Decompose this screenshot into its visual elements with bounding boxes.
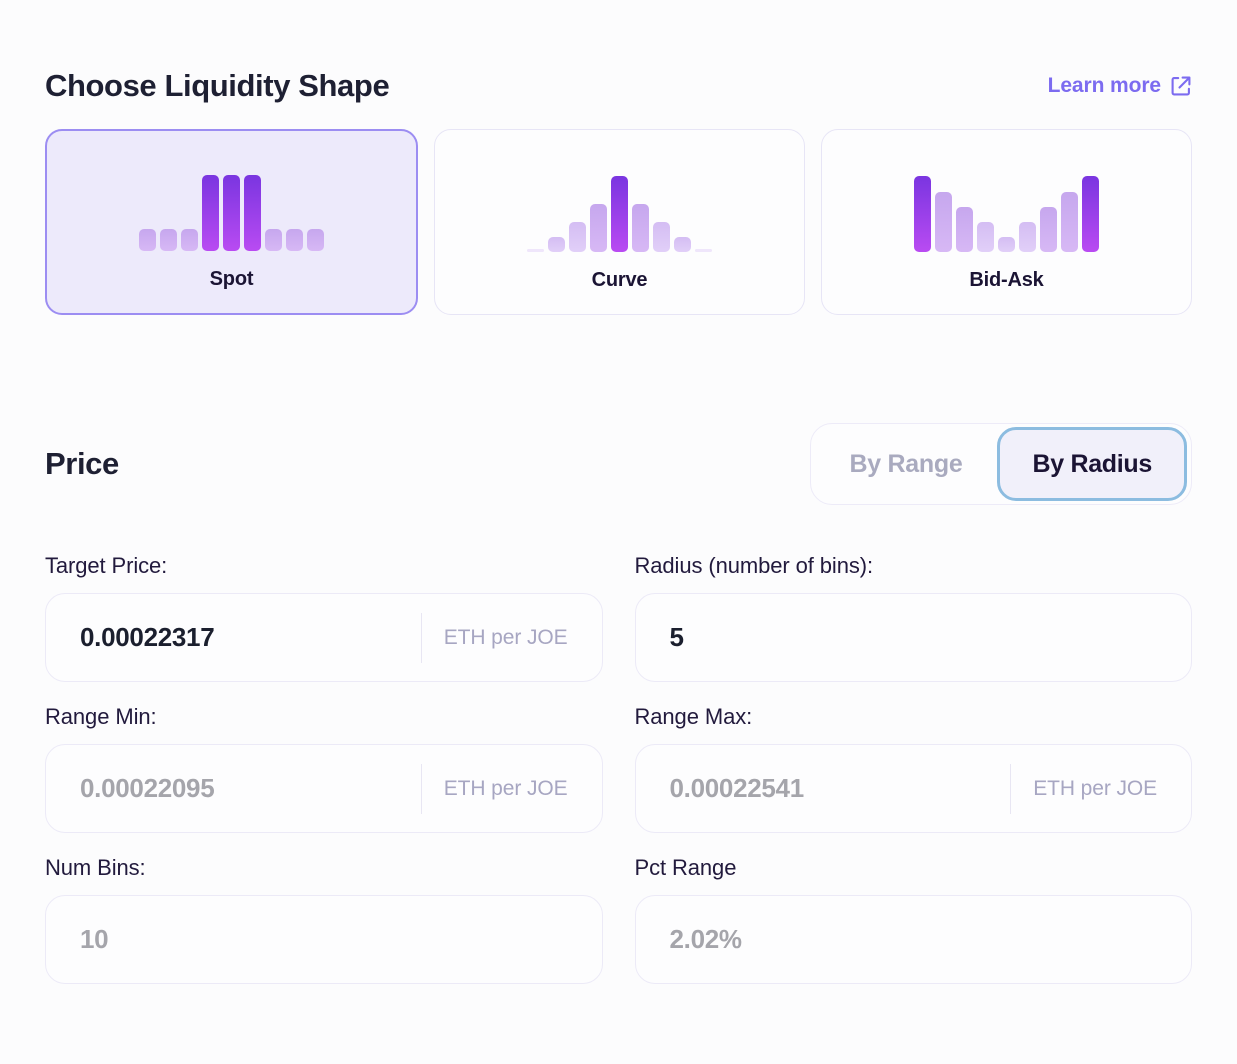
tab-by-radius[interactable]: By Radius: [997, 427, 1187, 501]
pct-range-value: 2.02%: [670, 924, 1192, 955]
bar-3: [202, 175, 219, 251]
bar-3: [590, 204, 607, 252]
spot-bar-glyph: [139, 169, 324, 251]
shape-card-row: Spot Curve Bid-Ask: [45, 129, 1192, 315]
learn-more-link[interactable]: Learn more: [1048, 74, 1192, 98]
field-range-max: Range Max: 0.00022541 ETH per JOE: [635, 704, 1193, 833]
bar-4: [998, 237, 1015, 252]
shape-card-bid-ask[interactable]: Bid-Ask: [821, 129, 1192, 315]
shape-card-bid-ask-label: Bid-Ask: [969, 269, 1043, 292]
bar-1: [548, 237, 565, 252]
bar-7: [674, 237, 691, 252]
bar-6: [1040, 207, 1057, 252]
bar-8: [1082, 176, 1099, 252]
field-target-price: Target Price: 0.00022317 ETH per JOE: [45, 553, 603, 682]
range-min-unit: ETH per JOE: [421, 764, 602, 814]
bar-2: [569, 222, 586, 252]
bar-2: [956, 207, 973, 252]
bar-6: [653, 222, 670, 252]
shape-section-header: Choose Liquidity Shape Learn more: [45, 0, 1192, 104]
shape-card-spot[interactable]: Spot: [45, 129, 418, 315]
range-max-unit-label: ETH per JOE: [1033, 777, 1157, 801]
target-price-unit: ETH per JOE: [421, 613, 602, 663]
shape-card-spot-label: Spot: [210, 268, 254, 291]
radius-label: Radius (number of bins):: [635, 553, 1193, 579]
bar-5: [1019, 222, 1036, 252]
radius-value: 5: [670, 622, 1192, 653]
bar-5: [244, 175, 261, 251]
field-radius: Radius (number of bins): 5: [635, 553, 1193, 682]
external-link-icon: [1170, 75, 1192, 97]
tab-by-range[interactable]: By Range: [815, 427, 998, 501]
target-price-label: Target Price:: [45, 553, 603, 579]
bar-6: [265, 229, 282, 251]
radius-input[interactable]: 5: [635, 593, 1193, 682]
pct-range-label: Pct Range: [635, 855, 1193, 881]
bar-8: [695, 249, 712, 252]
bar-2: [181, 229, 198, 251]
bar-7: [286, 229, 303, 251]
learn-more-label: Learn more: [1048, 74, 1161, 98]
price-mode-toggle: By Range By Radius: [810, 423, 1192, 505]
range-max-label: Range Max:: [635, 704, 1193, 730]
page-title: Choose Liquidity Shape: [45, 68, 389, 104]
curve-bar-glyph: [527, 170, 712, 252]
pct-range-input[interactable]: 2.02%: [635, 895, 1193, 984]
price-title: Price: [45, 446, 119, 482]
field-num-bins: Num Bins: 10: [45, 855, 603, 984]
bar-8: [307, 229, 324, 251]
price-section-header: Price By Range By Radius: [45, 423, 1192, 505]
bar-0: [139, 229, 156, 251]
range-min-label: Range Min:: [45, 704, 603, 730]
range-min-unit-label: ETH per JOE: [444, 777, 568, 801]
num-bins-value: 10: [80, 924, 602, 955]
bar-1: [935, 192, 952, 252]
bar-7: [1061, 192, 1078, 252]
range-max-unit: ETH per JOE: [1010, 764, 1191, 814]
bar-5: [632, 204, 649, 252]
num-bins-label: Num Bins:: [45, 855, 603, 881]
field-range-min: Range Min: 0.00022095 ETH per JOE: [45, 704, 603, 833]
range-max-input[interactable]: 0.00022541 ETH per JOE: [635, 744, 1193, 833]
shape-card-curve-label: Curve: [592, 269, 648, 292]
target-price-value: 0.00022317: [80, 622, 421, 653]
bar-1: [160, 229, 177, 251]
target-price-unit-label: ETH per JOE: [444, 626, 568, 650]
range-min-input[interactable]: 0.00022095 ETH per JOE: [45, 744, 603, 833]
range-min-value: 0.00022095: [80, 773, 421, 804]
field-pct-range: Pct Range 2.02%: [635, 855, 1193, 984]
bar-0: [914, 176, 931, 252]
num-bins-input[interactable]: 10: [45, 895, 603, 984]
shape-card-curve[interactable]: Curve: [434, 129, 805, 315]
bar-4: [611, 176, 628, 252]
target-price-input[interactable]: 0.00022317 ETH per JOE: [45, 593, 603, 682]
price-form-grid: Target Price: 0.00022317 ETH per JOE Rad…: [45, 553, 1192, 1006]
bar-3: [977, 222, 994, 252]
liquidity-shape-panel: Choose Liquidity Shape Learn more Spot C…: [0, 0, 1237, 1064]
bar-0: [527, 249, 544, 252]
range-max-value: 0.00022541: [670, 773, 1011, 804]
bid-ask-bar-glyph: [914, 170, 1099, 252]
bar-4: [223, 175, 240, 251]
